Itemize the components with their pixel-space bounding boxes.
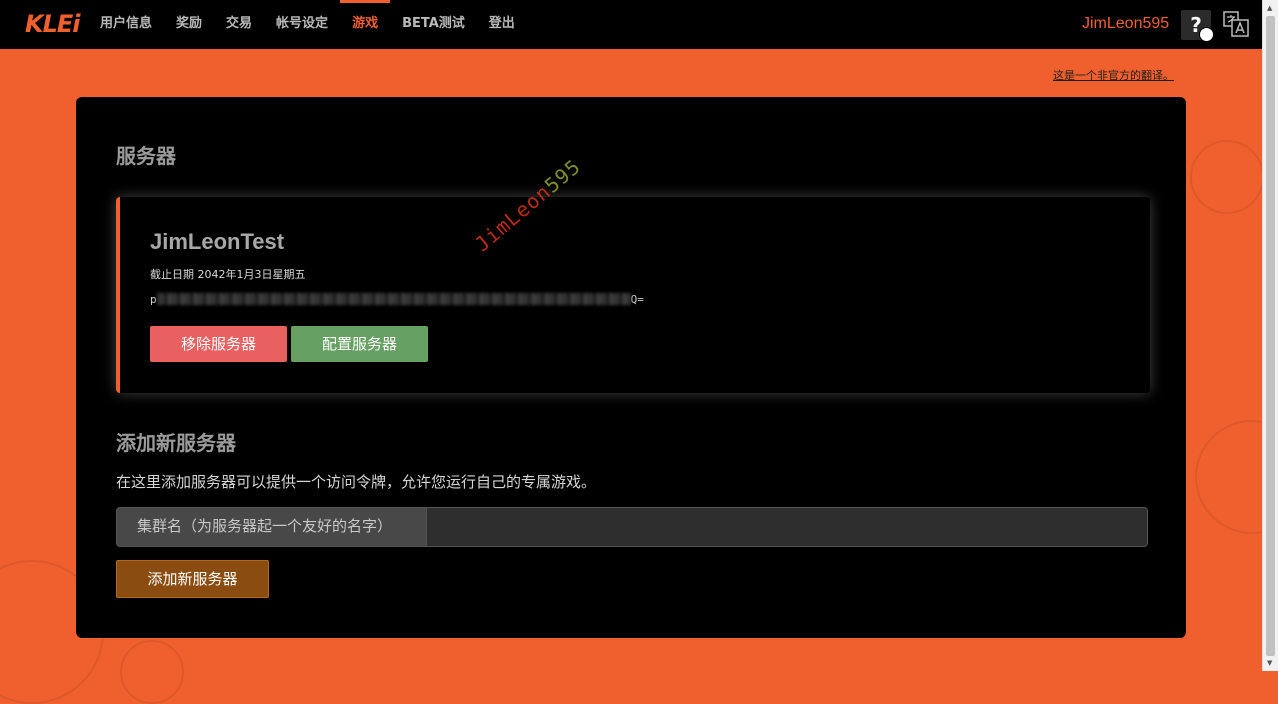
add-server-heading: 添加新服务器	[116, 431, 236, 455]
nav-item-trade[interactable]: 交易	[214, 0, 264, 49]
server-card: JimLeonTest 截止日期 2042年1月3日星期五 p Q= 移除服务器 …	[116, 197, 1150, 393]
token-prefix: p	[150, 293, 157, 306]
nav-item-beta[interactable]: BETA测试	[390, 0, 477, 49]
page-scrollbar[interactable]: ▲ ▼	[1262, 0, 1278, 671]
cluster-name-input[interactable]	[428, 508, 1147, 546]
add-server-description: 在这里添加服务器可以提供一个访问令牌，允许您运行自己的专属游戏。	[116, 473, 597, 491]
scroll-up-arrow-icon[interactable]: ▲	[1267, 4, 1272, 12]
steam-icon	[1199, 27, 1214, 42]
token-redacted	[156, 293, 631, 305]
configure-server-button[interactable]: 配置服务器	[291, 326, 428, 362]
servers-heading: 服务器	[116, 144, 176, 168]
klei-logo[interactable]: KLEi	[25, 9, 81, 39]
cluster-name-input-group: 集群名（为服务器起一个友好的名字）	[116, 507, 1148, 547]
translate-icon[interactable]	[1222, 10, 1250, 38]
server-expiry-date: 截止日期 2042年1月3日星期五	[150, 268, 306, 281]
cluster-name-label: 集群名（为服务器起一个友好的名字）	[117, 508, 427, 546]
background-doodle	[1190, 140, 1264, 214]
server-token[interactable]: p Q=	[150, 293, 644, 306]
main-nav: 用户信息 奖励 交易 帐号设定 游戏 BETA测试 登出	[88, 0, 527, 49]
top-navigation-bar: KLEi 用户信息 奖励 交易 帐号设定 游戏 BETA测试 登出 JimLeo…	[0, 0, 1262, 49]
add-new-server-button[interactable]: 添加新服务器	[116, 560, 269, 598]
remove-server-button[interactable]: 移除服务器	[150, 326, 287, 362]
nav-item-rewards[interactable]: 奖励	[164, 0, 214, 49]
nav-item-profile[interactable]: 用户信息	[88, 0, 164, 49]
server-name: JimLeonTest	[150, 229, 285, 254]
servers-panel: 服务器 JimLeonTest 截止日期 2042年1月3日星期五 p Q= 移除…	[76, 97, 1186, 638]
nav-item-account-settings[interactable]: 帐号设定	[264, 0, 340, 49]
background-doodle	[120, 640, 184, 704]
token-suffix: Q=	[630, 293, 644, 306]
nav-item-games[interactable]: 游戏	[340, 0, 391, 49]
scroll-down-arrow-icon[interactable]: ▼	[1267, 659, 1272, 667]
help-icon[interactable]: ?	[1181, 10, 1214, 42]
scroll-thumb[interactable]	[1266, 16, 1275, 656]
unofficial-translation-link[interactable]: 这是一个非官方的翻译。	[1053, 67, 1174, 83]
username-link[interactable]: JimLeon595	[1082, 12, 1169, 36]
nav-item-logout[interactable]: 登出	[477, 0, 527, 49]
